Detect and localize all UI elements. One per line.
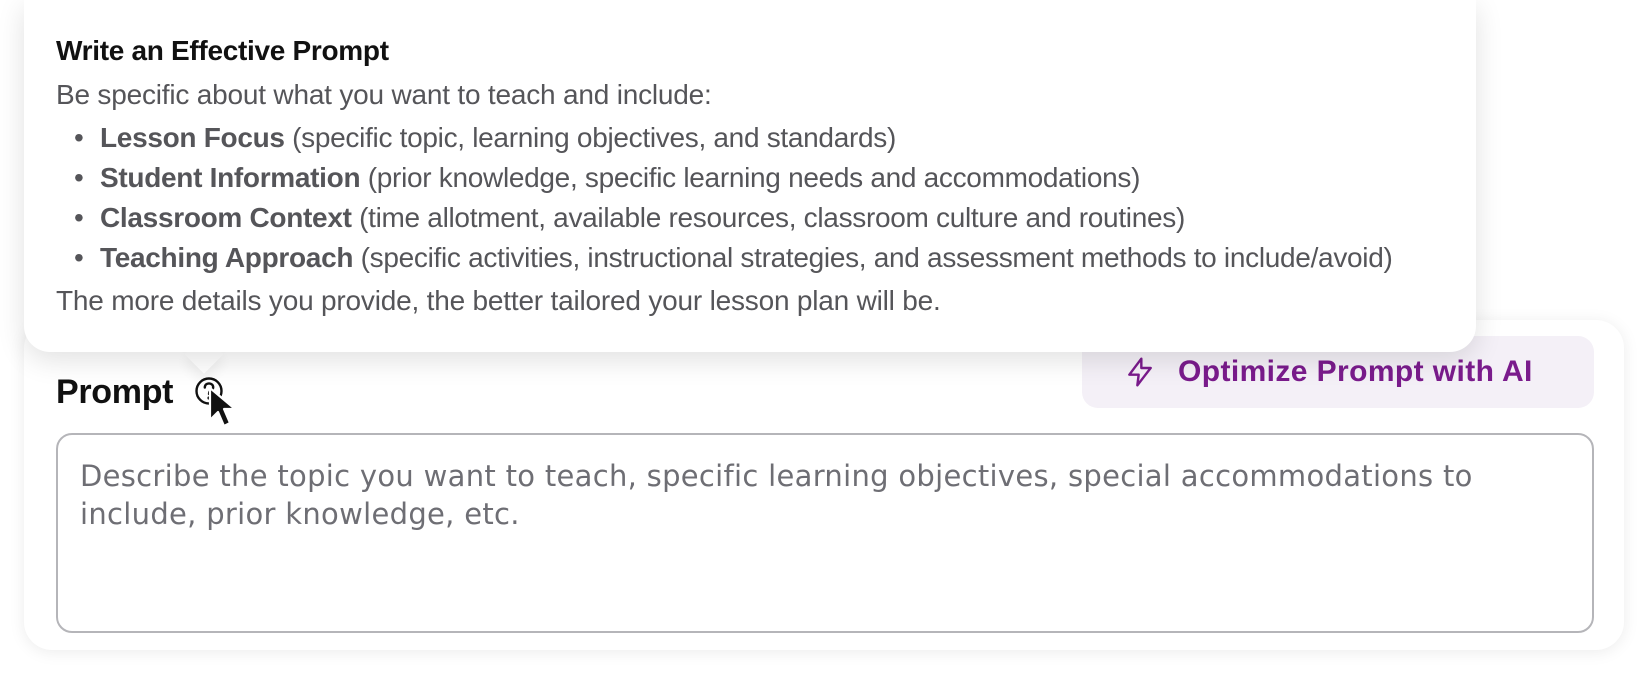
tooltip-list-item: Teaching Approach (specific activities, … <box>56 238 1444 278</box>
tooltip-item-term: Teaching Approach <box>100 242 354 273</box>
optimize-prompt-label: Optimize Prompt with AI <box>1178 355 1533 388</box>
tooltip-list: Lesson Focus (specific topic, learning o… <box>56 118 1444 278</box>
prompt-textarea-container <box>56 433 1594 633</box>
tooltip-list-item: Student Information (prior knowledge, sp… <box>56 158 1444 198</box>
page: Prompt Optimize Prompt with AI Write an … <box>0 0 1648 688</box>
tooltip-item-term: Lesson Focus <box>100 122 285 153</box>
tooltip-outro: The more details you provide, the better… <box>56 285 941 316</box>
prompt-label: Prompt <box>56 373 174 411</box>
question-circle-icon[interactable] <box>193 375 225 407</box>
prompt-textarea[interactable] <box>80 457 1570 609</box>
prompt-help-tooltip: Write an Effective Prompt Be specific ab… <box>24 0 1476 352</box>
tooltip-item-detail: (prior knowledge, specific learning need… <box>360 162 1141 193</box>
tooltip-item-detail: (specific topic, learning objectives, an… <box>284 122 896 153</box>
tooltip-list-item: Classroom Context (time allotment, avail… <box>56 198 1444 238</box>
tooltip-list-item: Lesson Focus (specific topic, learning o… <box>56 118 1444 158</box>
tooltip-item-term: Student Information <box>100 162 361 193</box>
tooltip-item-detail: (specific activities, instructional stra… <box>353 242 1393 273</box>
tooltip-item-detail: (time allotment, available resources, cl… <box>351 202 1185 233</box>
tooltip-item-term: Classroom Context <box>100 202 352 233</box>
tooltip-intro: Be specific about what you want to teach… <box>56 79 712 110</box>
tooltip-title: Write an Effective Prompt <box>56 35 389 66</box>
lightning-bolt-icon <box>1124 356 1156 388</box>
